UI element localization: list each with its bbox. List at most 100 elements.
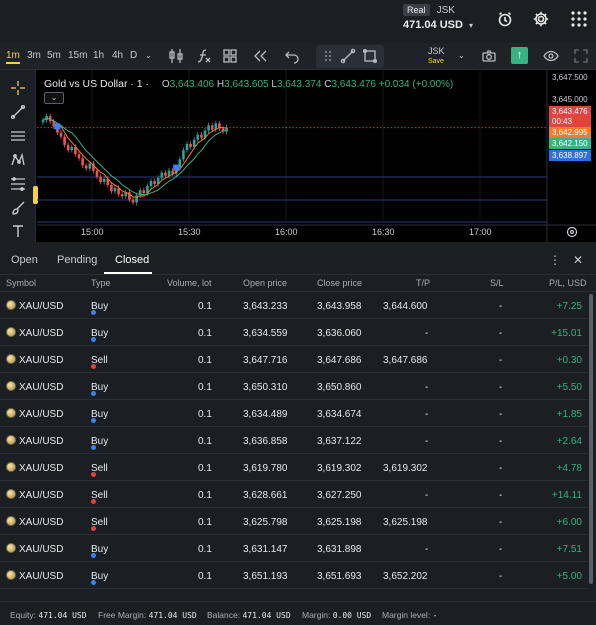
margin-level-label: Margin level: <box>382 610 431 620</box>
account-name: JSK <box>436 5 455 16</box>
tab-closed[interactable]: Closed <box>115 254 149 266</box>
timeframe-d[interactable]: D <box>130 50 137 61</box>
grid-menu-icon[interactable] <box>570 10 588 28</box>
table-row[interactable]: XAU/USD 0.1 3,650.310 3,650.860 - - Buy +5.50 <box>0 373 588 400</box>
row-close-price: 3,627.250 <box>317 490 362 501</box>
order-type-dot-icon <box>91 472 96 477</box>
table-row[interactable]: XAU/USD 0.1 3,636.858 3,637.122 - - Buy +2.64 <box>0 427 588 454</box>
chevron-down-icon[interactable]: ⌄ <box>145 51 152 60</box>
column-header[interactable]: Volume, lot <box>167 278 212 288</box>
row-type: Sell <box>91 517 108 531</box>
line-tool-icon[interactable] <box>10 104 26 120</box>
parallel-lines-icon[interactable] <box>10 128 26 144</box>
column-header[interactable]: Open price <box>243 278 287 288</box>
column-header[interactable]: T/P <box>416 278 430 288</box>
gold-coin-icon <box>6 300 16 310</box>
chart-legend: Gold vs US Dollar · 1 · O3,643.406 H3,64… <box>44 78 454 90</box>
gear-icon[interactable] <box>532 10 550 28</box>
timeframe-15m[interactable]: 15m <box>68 50 87 61</box>
row-type: Buy <box>91 301 108 315</box>
table-row[interactable]: XAU/USD 0.1 3,628.661 3,627.250 - - Sell +14.11 <box>0 481 588 508</box>
table-row[interactable]: XAU/USD 0.1 3,647.716 3,647.686 3,647.686 - Se… <box>0 346 588 373</box>
row-type: Buy <box>91 409 108 423</box>
candle-body <box>207 125 210 131</box>
row-symbol: XAU/USD <box>19 571 64 582</box>
column-header[interactable]: P/L, USD <box>549 278 587 288</box>
account-summary-bar: Equity: 471.04 USD Free Margin: 471.04 U… <box>0 601 596 625</box>
legend-collapse-button[interactable]: ⌄ <box>44 92 64 104</box>
replay-icon[interactable] <box>252 48 268 64</box>
candle-timer-tag: 00:43 <box>549 116 591 127</box>
timeframe-5m[interactable]: 5m <box>47 50 61 61</box>
row-open-price: 3,634.489 <box>243 409 288 420</box>
row-stop-loss: - <box>499 409 503 420</box>
timeframe-3m[interactable]: 3m <box>27 50 41 61</box>
timeframe-1h[interactable]: 1h <box>93 50 104 61</box>
timeframe-1m[interactable]: 1m <box>6 50 20 64</box>
tab-pending[interactable]: Pending <box>57 254 97 266</box>
row-open-price: 3,636.858 <box>243 436 288 447</box>
crosshair-icon[interactable] <box>10 80 26 96</box>
layout-grid-icon[interactable] <box>222 48 238 64</box>
candle-body <box>167 170 171 176</box>
more-options-icon[interactable]: ⋮ <box>549 253 561 267</box>
table-row[interactable]: XAU/USD 0.1 3,634.559 3,636.060 - - Buy +15.01 <box>0 319 588 346</box>
ma-fast-line <box>42 117 227 198</box>
row-symbol: XAU/USD <box>19 517 64 528</box>
fullscreen-icon[interactable] <box>573 48 589 64</box>
rectangle-icon[interactable] <box>362 48 378 64</box>
brush-icon[interactable] <box>10 200 26 216</box>
table-row[interactable]: XAU/USD 0.1 3,651.193 3,651.693 3,652.202 - Bu… <box>0 562 588 589</box>
row-volume: 0.1 <box>198 409 212 420</box>
column-header[interactable]: S/L <box>490 278 504 288</box>
fib-tool-icon[interactable] <box>10 176 26 192</box>
table-row[interactable]: XAU/USD 0.1 3,631.147 3,631.898 - - Buy +7.51 <box>0 535 588 562</box>
text-tool-icon[interactable] <box>10 223 26 239</box>
camera-icon[interactable] <box>481 48 497 64</box>
price-chart[interactable]: Gold vs US Dollar · 1 · O3,643.406 H3,64… <box>0 70 596 242</box>
drag-handle-icon[interactable] <box>320 48 336 64</box>
row-close-price: 3,643.958 <box>317 301 362 312</box>
candlestick-plot[interactable] <box>37 70 596 242</box>
reset-zoom-icon[interactable] <box>566 226 578 238</box>
column-header[interactable]: Close price <box>317 278 362 288</box>
candle-body <box>196 134 200 140</box>
chart-type-icon[interactable] <box>168 48 184 64</box>
top-header: Real JSK 471.04 USD ▾ <box>0 0 596 40</box>
pattern-tool-icon[interactable] <box>10 152 26 168</box>
column-header[interactable]: Type <box>91 278 111 288</box>
timeframe-4h[interactable]: 4h <box>112 50 123 61</box>
table-row[interactable]: XAU/USD 0.1 3,634.489 3,634.674 - - Buy +1.85 <box>0 400 588 427</box>
ma-slow-line <box>42 117 227 196</box>
row-stop-loss: - <box>499 463 503 474</box>
publish-button[interactable]: ↑ <box>511 47 528 64</box>
table-row[interactable]: XAU/USD 0.1 3,619.780 3,619.302 3,619.302 - Se… <box>0 454 588 481</box>
column-header[interactable]: Symbol <box>6 278 36 288</box>
trend-line-icon[interactable] <box>340 48 356 64</box>
account-selector[interactable]: Real JSK 471.04 USD ▾ <box>403 4 473 31</box>
row-symbol: XAU/USD <box>19 436 64 447</box>
trade-marker <box>54 123 61 130</box>
row-open-price: 3,634.559 <box>243 328 288 339</box>
gold-coin-icon <box>6 354 16 364</box>
table-row[interactable]: XAU/USD 0.1 3,643.233 3,643.958 3,644.600 - Bu… <box>0 292 588 319</box>
indicators-icon[interactable] <box>196 48 212 64</box>
candle-body <box>164 172 167 176</box>
close-icon[interactable]: ✕ <box>573 253 583 267</box>
table-row[interactable]: XAU/USD 0.1 3,625.798 3,625.198 3,625.198 - Se… <box>0 508 588 535</box>
undo-icon[interactable] <box>284 48 300 64</box>
row-type: Buy <box>91 382 108 396</box>
candle-body <box>210 125 214 130</box>
chevron-down-icon: ▾ <box>469 21 474 30</box>
eye-icon[interactable] <box>543 48 559 64</box>
chevron-down-icon[interactable]: ⌄ <box>458 51 465 60</box>
tab-open[interactable]: Open <box>11 254 38 266</box>
alarm-clock-icon[interactable] <box>496 10 514 28</box>
layout-selector[interactable]: JSK Save <box>428 47 445 66</box>
ohlc-change: +0.034 (+0.00%) <box>378 79 454 90</box>
row-take-profit: - <box>425 544 429 555</box>
gold-coin-icon <box>6 408 16 418</box>
scrollbar[interactable] <box>589 294 593 584</box>
candle-body <box>189 143 192 147</box>
orders-tabs: Open Pending Closed ⋮ ✕ <box>0 244 596 275</box>
